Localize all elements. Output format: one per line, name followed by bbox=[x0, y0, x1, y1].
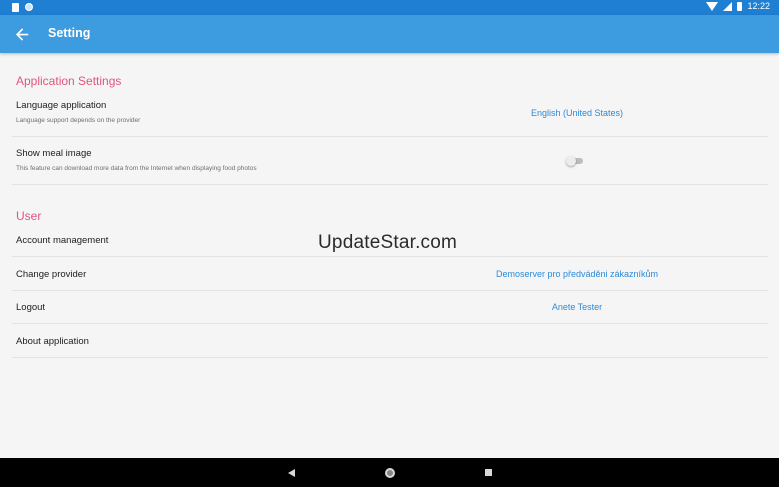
signal-icon bbox=[723, 1, 733, 11]
setting-about-application-title: About application bbox=[16, 336, 89, 347]
wifi-icon bbox=[706, 1, 719, 11]
setting-language-title: Language application bbox=[16, 100, 107, 111]
arrow-left-icon bbox=[15, 27, 28, 41]
status-system-icons: 12:22 bbox=[706, 1, 770, 11]
setting-logout[interactable]: Logout Anete Tester bbox=[12, 291, 768, 324]
page-title: Setting bbox=[48, 26, 91, 40]
status-bar: 12:22 bbox=[0, 0, 779, 15]
setting-change-provider-value: Demoserver pro předváděni zákazníkům bbox=[495, 269, 659, 279]
setting-change-provider-title: Change provider bbox=[16, 269, 87, 280]
section-header-application: Application Settings bbox=[16, 74, 122, 88]
nav-home-button[interactable] bbox=[373, 458, 407, 487]
setting-logout-value: Anete Tester bbox=[551, 302, 603, 312]
setting-meal-image-subtitle: This feature can download more data from… bbox=[16, 165, 257, 172]
setting-language-subtitle: Language support depends on the provider bbox=[16, 117, 141, 124]
setting-meal-image-title: Show meal image bbox=[16, 148, 92, 159]
setting-language[interactable]: Language application Language support de… bbox=[12, 93, 768, 137]
meal-image-toggle[interactable] bbox=[566, 156, 584, 166]
setting-about-application[interactable]: About application bbox=[12, 324, 768, 358]
nav-recents-button[interactable] bbox=[471, 458, 505, 487]
toggle-thumb bbox=[566, 156, 576, 166]
setting-meal-image[interactable]: Show meal image This feature can downloa… bbox=[12, 137, 768, 185]
back-button[interactable] bbox=[10, 22, 34, 46]
watermark-text: UpdateStar.com bbox=[318, 232, 458, 253]
setting-logout-title: Logout bbox=[16, 302, 46, 313]
navigation-bar bbox=[0, 458, 779, 487]
sd-card-icon bbox=[12, 3, 19, 12]
section-header-user: User bbox=[16, 209, 42, 223]
settings-list: Application Settings Language applicatio… bbox=[0, 53, 779, 458]
status-time: 12:22 bbox=[747, 1, 770, 11]
status-notifications bbox=[12, 3, 33, 12]
setting-change-provider[interactable]: Change provider Demoserver pro předváděn… bbox=[12, 257, 768, 291]
nav-back-button[interactable] bbox=[274, 458, 308, 487]
battery-icon bbox=[737, 1, 743, 11]
app-bar: Setting bbox=[0, 15, 779, 53]
sync-icon bbox=[25, 3, 33, 11]
setting-language-value: English (United States) bbox=[530, 108, 624, 118]
back-triangle-icon bbox=[287, 468, 295, 477]
setting-account-management-title: Account management bbox=[16, 235, 109, 246]
recents-square-icon bbox=[484, 469, 492, 476]
home-circle-icon bbox=[385, 467, 395, 478]
